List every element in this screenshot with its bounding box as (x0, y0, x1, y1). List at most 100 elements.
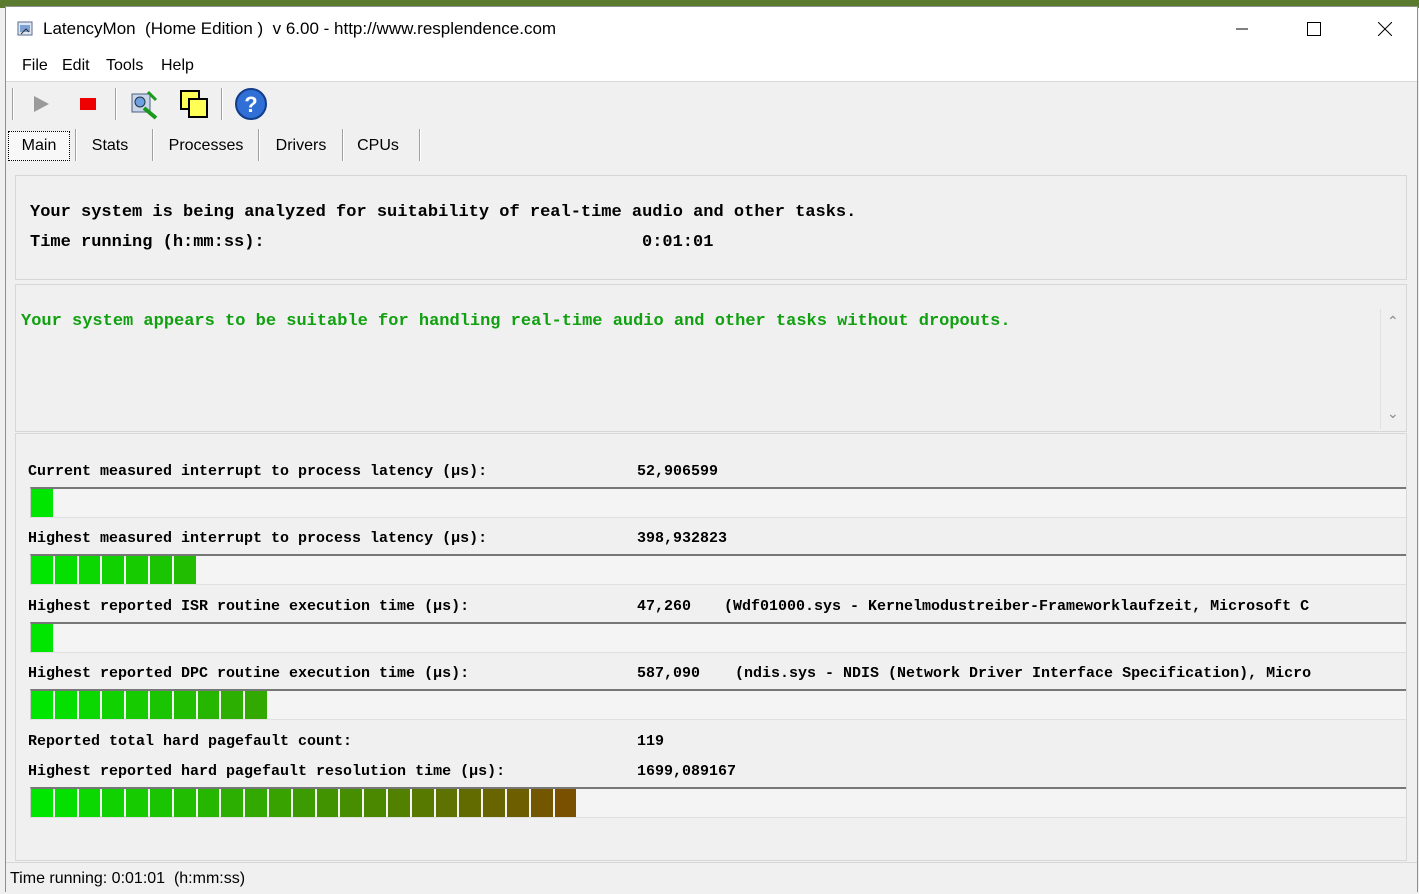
minimize-button[interactable] (1213, 7, 1271, 51)
analyze-button[interactable] (126, 86, 162, 122)
menu-bar: File Edit Tools Help (6, 51, 1417, 82)
bar-segment (54, 789, 79, 817)
svg-text:?: ? (244, 92, 257, 117)
play-icon (34, 96, 49, 112)
bar-fill (31, 691, 269, 719)
bar-segment (173, 556, 198, 584)
stop-button[interactable] (70, 86, 106, 122)
metric-value: 398,932823 (637, 530, 728, 547)
toolbar-separator (115, 88, 117, 120)
bar-segment (78, 789, 103, 817)
tab-separator (152, 129, 154, 161)
bar-segment (78, 556, 103, 584)
verdict-panel: Your system appears to be suitable for h… (15, 284, 1407, 432)
bar-segment (364, 789, 388, 817)
bar-segment (316, 789, 341, 817)
metric-label: Highest measured interrupt to process la… (28, 530, 488, 547)
start-button[interactable] (23, 86, 59, 122)
tab-separator (342, 129, 344, 161)
latencymon-window: LatencyMon (Home Edition ) v 6.00 - http… (5, 6, 1418, 894)
bar-segment (245, 691, 269, 719)
metric-value: 587,090 (637, 665, 701, 682)
bar-segment (340, 789, 365, 817)
menu-tools[interactable]: Tools (106, 57, 143, 75)
stop-icon (80, 98, 96, 110)
bar-segment (388, 789, 412, 817)
help-icon: ? (235, 88, 267, 120)
bar-segment (554, 789, 579, 817)
bar-segment (102, 691, 127, 719)
bar-segment (292, 789, 317, 817)
bar-segment (78, 691, 103, 719)
help-button[interactable]: ? (233, 86, 269, 122)
verdict-message[interactable]: Your system appears to be suitable for h… (21, 312, 1011, 331)
bar-segment (221, 789, 246, 817)
minimize-icon (1236, 28, 1248, 30)
tab-stats[interactable]: Stats (78, 131, 142, 161)
bar-segment (507, 789, 531, 817)
tab-separator (75, 129, 77, 161)
bar-segment (31, 789, 55, 817)
bar-segment (150, 789, 174, 817)
menu-help[interactable]: Help (161, 57, 194, 75)
close-icon (1378, 22, 1392, 36)
bar-segment (269, 789, 293, 817)
bar-segment (126, 556, 150, 584)
metric-value: 52,906599 (637, 463, 719, 480)
metrics-panel: Current measured interrupt to process la… (15, 433, 1407, 861)
bar-segment (245, 789, 269, 817)
pagefault-time-bar (30, 787, 1406, 818)
tab-separator (258, 129, 260, 161)
time-running-value: 0:01:01 (642, 233, 714, 252)
highest-latency-bar (30, 554, 1406, 585)
bar-segment (197, 789, 222, 817)
bar-segment (221, 691, 246, 719)
title-bar: LatencyMon (Home Edition ) v 6.00 - http… (6, 7, 1417, 51)
tab-cpus[interactable]: CPUs (346, 131, 410, 161)
menu-edit[interactable]: Edit (62, 57, 90, 75)
metric-label: Current measured interrupt to process la… (28, 463, 488, 480)
pagefault-time-label: Highest reported hard pagefault resoluti… (28, 763, 506, 780)
dpc-time-bar (30, 689, 1406, 720)
scroll-down-icon[interactable]: ⌄ (1387, 405, 1399, 422)
bar-segment (483, 789, 507, 817)
bar-segment (435, 789, 460, 817)
bar-segment (173, 691, 198, 719)
bar-segment (173, 789, 198, 817)
bar-segment (197, 691, 222, 719)
menu-file[interactable]: File (22, 57, 48, 75)
metric-label: Highest reported ISR routine execution t… (28, 598, 470, 615)
bar-fill (31, 624, 55, 652)
bar-segment (411, 789, 436, 817)
bar-segment (459, 789, 484, 817)
bar-segment (31, 691, 55, 719)
bar-segment (102, 556, 127, 584)
windows-button[interactable] (176, 86, 212, 122)
analyze-icon (131, 90, 158, 120)
close-button[interactable] (1356, 7, 1414, 51)
bar-segment (31, 624, 55, 652)
bar-segment (530, 789, 555, 817)
toolbar: ? (6, 82, 1417, 128)
bar-fill (31, 489, 55, 517)
summary-panel: Your system is being analyzed for suitab… (15, 175, 1407, 280)
window-title: LatencyMon (Home Edition ) v 6.00 - http… (43, 19, 557, 38)
bar-segment (126, 691, 150, 719)
tab-main[interactable]: Main (8, 131, 70, 161)
analysis-status-text: Your system is being analyzed for suitab… (30, 203, 857, 222)
maximize-button[interactable] (1285, 7, 1343, 51)
bar-fill (31, 556, 198, 584)
scroll-up-icon[interactable]: ⌃ (1387, 313, 1399, 330)
time-running-label: Time running (h:mm:ss): (30, 233, 265, 252)
status-bar: Time running: 0:01:01 (h:mm:ss) (6, 862, 1417, 894)
pagefault-count-value: 119 (637, 733, 665, 750)
metric-label: Highest reported DPC routine execution t… (28, 665, 470, 682)
tab-processes[interactable]: Processes (158, 131, 254, 161)
app-icon (17, 21, 33, 36)
verdict-scrollbar[interactable]: ⌃ ⌄ (1380, 309, 1405, 429)
windows-icon (180, 90, 208, 118)
tab-drivers[interactable]: Drivers (263, 131, 339, 161)
bar-fill (31, 789, 579, 817)
toolbar-grip (12, 88, 14, 120)
tab-separator (419, 129, 421, 161)
